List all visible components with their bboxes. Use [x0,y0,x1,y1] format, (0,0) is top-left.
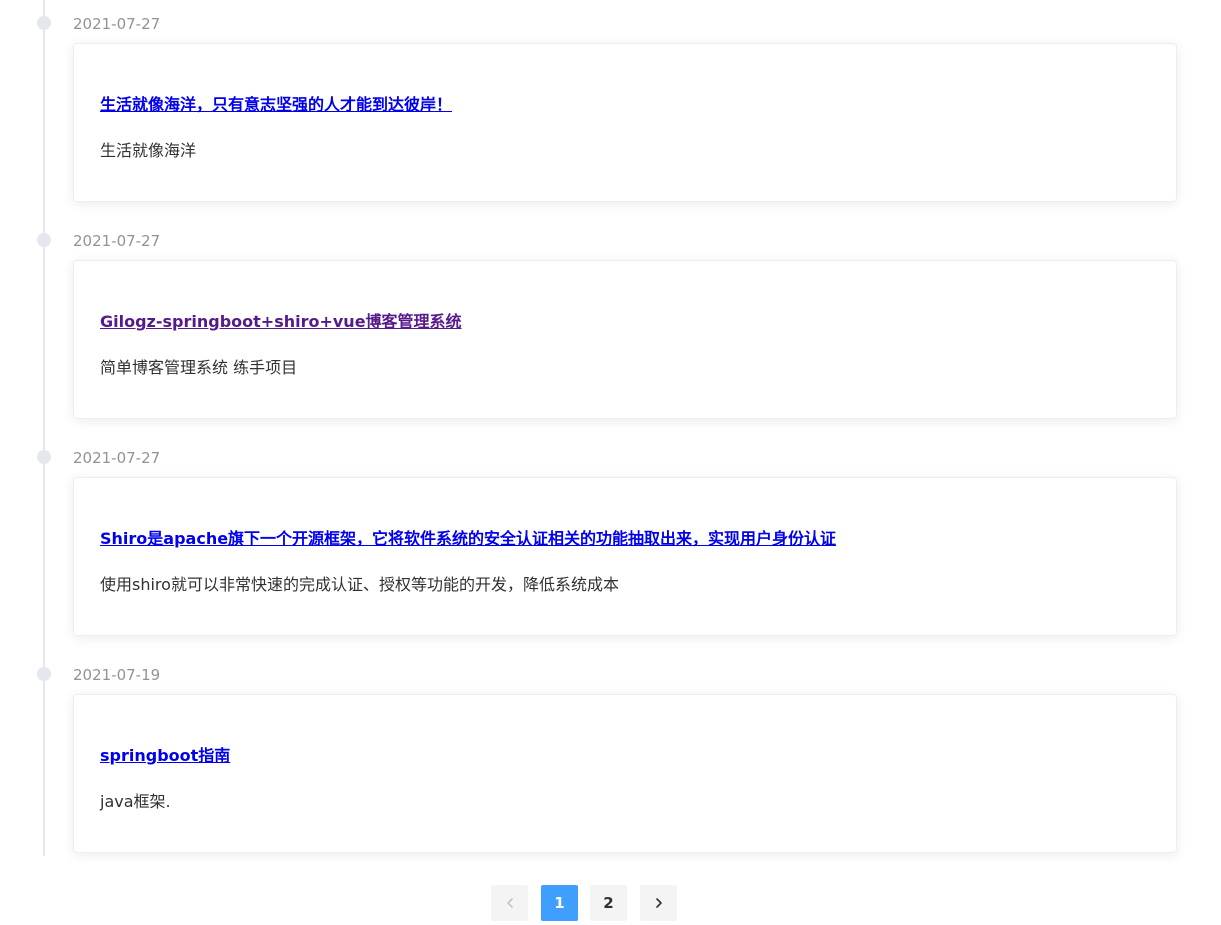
page-button-2[interactable]: 2 [590,885,627,921]
post-timeline: 2021-07-27 生活就像海洋，只有意志坚强的人才能到达彼岸！ 生活就像海洋… [0,0,1221,925]
post-title-link[interactable]: springboot指南 [100,745,230,767]
timeline-dot [37,233,51,247]
next-page-button[interactable] [640,885,677,921]
post-date: 2021-07-27 [73,232,161,250]
timeline-item: 2021-07-27 Shiro是apache旗下一个开源框架，它将软件系统的安… [0,434,1221,636]
post-date: 2021-07-19 [73,666,161,684]
chevron-right-icon [655,898,662,908]
post-date: 2021-07-27 [73,449,161,467]
timeline-item: 2021-07-27 生活就像海洋，只有意志坚强的人才能到达彼岸！ 生活就像海洋 [0,0,1221,202]
post-description: 生活就像海洋 [100,141,197,160]
chevron-left-icon [506,898,513,908]
post-description: java框架. [100,792,171,811]
timeline-dot [37,16,51,30]
page-button-1[interactable]: 1 [541,885,578,921]
timeline-item: 2021-07-19 springboot指南 java框架. [0,651,1221,853]
post-title-link[interactable]: Shiro是apache旗下一个开源框架，它将软件系统的安全认证相关的功能抽取出… [100,528,836,550]
post-title-link[interactable]: 生活就像海洋，只有意志坚强的人才能到达彼岸！ [100,94,452,116]
post-card: Gilogz-springboot+shiro+vue博客管理系统 简单博客管理… [73,260,1177,419]
timeline-item: 2021-07-27 Gilogz-springboot+shiro+vue博客… [0,217,1221,419]
prev-page-button[interactable] [491,885,528,921]
post-description: 简单博客管理系统 练手项目 [100,358,298,377]
post-title-link[interactable]: Gilogz-springboot+shiro+vue博客管理系统 [100,311,462,333]
post-card: springboot指南 java框架. [73,694,1177,853]
timeline-dot [37,667,51,681]
post-card: 生活就像海洋，只有意志坚强的人才能到达彼岸！ 生活就像海洋 [73,43,1177,202]
timeline-dot [37,450,51,464]
post-description: 使用shiro就可以非常快速的完成认证、授权等功能的开发，降低系统成本 [100,575,619,594]
post-card: Shiro是apache旗下一个开源框架，它将软件系统的安全认证相关的功能抽取出… [73,477,1177,636]
post-date: 2021-07-27 [73,15,161,33]
